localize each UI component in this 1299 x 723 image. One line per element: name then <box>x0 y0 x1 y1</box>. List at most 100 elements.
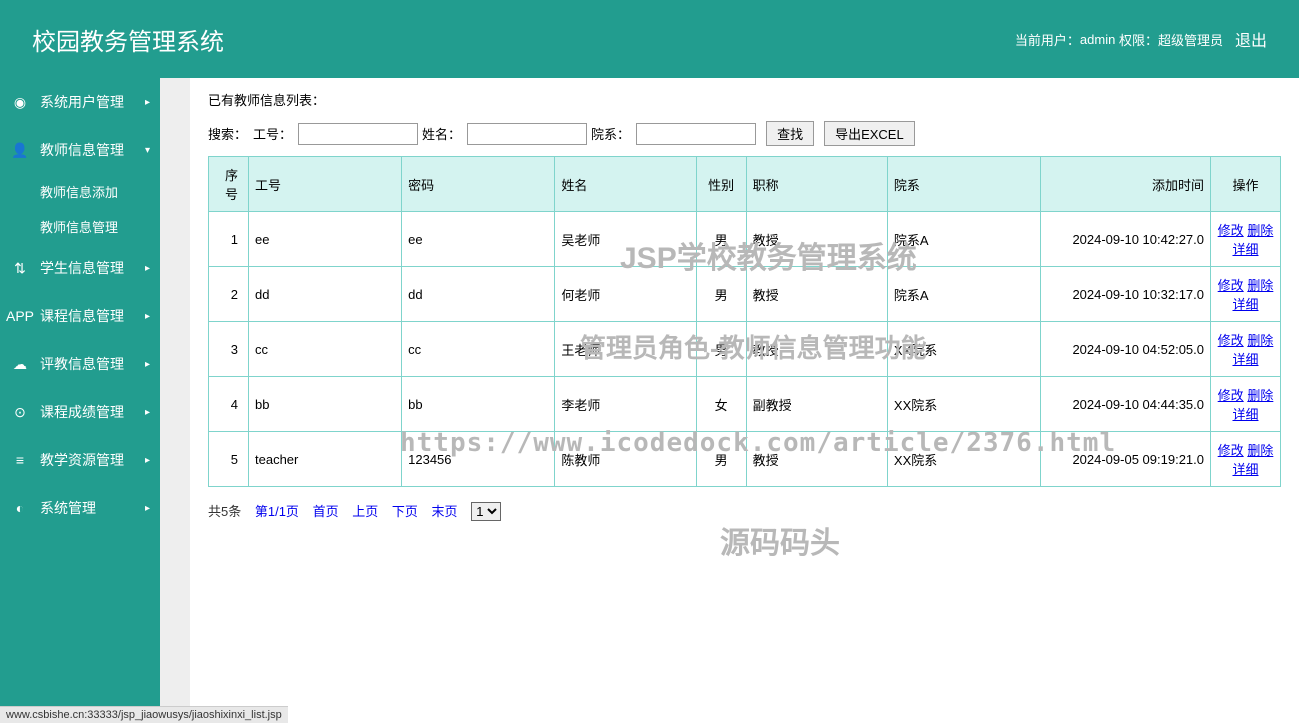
cell-action: 修改 删除 详细 <box>1211 432 1281 487</box>
search-name-input[interactable] <box>467 123 587 145</box>
cell-action: 修改 删除 详细 <box>1211 267 1281 322</box>
delete-link[interactable]: 删除 <box>1247 443 1273 458</box>
edit-link[interactable]: 修改 <box>1218 443 1244 458</box>
sidebar-item-6[interactable]: ≡教学资源管理▸ <box>0 436 160 484</box>
sidebar-icon: ≡ <box>10 452 30 468</box>
sidebar-icon: ⊙ <box>10 404 30 421</box>
cell-id: cc <box>249 322 402 377</box>
edit-link[interactable]: 修改 <box>1218 333 1244 348</box>
search-id-input[interactable] <box>298 123 418 145</box>
page-first[interactable]: 首页 <box>313 504 339 519</box>
cell-gender: 女 <box>696 377 746 432</box>
sidebar-label: 课程信息管理 <box>40 306 124 326</box>
edit-link[interactable]: 修改 <box>1218 278 1244 293</box>
detail-link[interactable]: 详细 <box>1232 242 1258 257</box>
cell-seq: 2 <box>209 267 249 322</box>
cell-name: 何老师 <box>555 267 696 322</box>
cell-time: 2024-09-10 04:44:35.0 <box>1041 377 1211 432</box>
search-button[interactable]: 查找 <box>766 121 814 146</box>
main-content: JSP学校教务管理系统 管理员角色-教师信息管理功能 https://www.i… <box>160 78 1299 723</box>
sidebar-label: 系统用户管理 <box>40 92 124 112</box>
sidebar-item-4[interactable]: ☁评教信息管理▸ <box>0 340 160 388</box>
page-current: 第1/1页 <box>255 504 299 519</box>
search-dept-input[interactable] <box>636 123 756 145</box>
chevron-icon: ▾ <box>145 145 150 156</box>
col-header: 序号 <box>209 157 249 212</box>
cell-gender: 男 <box>696 267 746 322</box>
cell-name: 李老师 <box>555 377 696 432</box>
chevron-icon: ▸ <box>145 97 150 108</box>
cell-name: 陈教师 <box>555 432 696 487</box>
sidebar-label: 评教信息管理 <box>40 354 124 374</box>
col-header: 职称 <box>746 157 887 212</box>
cell-time: 2024-09-10 10:32:17.0 <box>1041 267 1211 322</box>
cell-title: 副教授 <box>746 377 887 432</box>
sidebar-icon: APP <box>10 308 30 324</box>
cell-id: bb <box>249 377 402 432</box>
cell-seq: 1 <box>209 212 249 267</box>
table-row: 4 bb bb 李老师 女 副教授 XX院系 2024-09-10 04:44:… <box>209 377 1281 432</box>
cell-gender: 男 <box>696 432 746 487</box>
list-title: 已有教师信息列表： <box>208 90 1281 109</box>
sidebar-item-3[interactable]: APP 课程信息管理 ▸ <box>0 292 160 340</box>
page-last[interactable]: 末页 <box>431 504 457 519</box>
page-total: 共5条 <box>208 504 241 519</box>
sidebar-item-7[interactable]: ◐ 系统管理 ▸ <box>0 484 160 532</box>
col-header: 添加时间 <box>1041 157 1211 212</box>
sidebar-item-2[interactable]: ⇅学生信息管理▸ <box>0 244 160 292</box>
export-excel-button[interactable]: 导出EXCEL <box>824 121 915 146</box>
col-header: 姓名 <box>555 157 696 212</box>
page-prev[interactable]: 上页 <box>352 504 378 519</box>
cell-time: 2024-09-10 04:52:05.0 <box>1041 322 1211 377</box>
delete-link[interactable]: 删除 <box>1247 278 1273 293</box>
detail-link[interactable]: 详细 <box>1232 352 1258 367</box>
page-next[interactable]: 下页 <box>392 504 418 519</box>
sidebar-label: 教学资源管理 <box>40 450 124 470</box>
cell-pwd: bb <box>402 377 555 432</box>
header-user-info: 当前用户： admin 权限： 超级管理员 退出 <box>1015 27 1267 51</box>
delete-link[interactable]: 删除 <box>1247 388 1273 403</box>
search-name-label: 姓名： <box>422 124 461 143</box>
sidebar-item-5[interactable]: ⊙课程成绩管理▸ <box>0 388 160 436</box>
chevron-icon: ▸ <box>145 503 150 514</box>
sidebar-item-1[interactable]: 👤教师信息管理▾ <box>0 126 160 174</box>
chevron-icon: ▸ <box>145 311 150 322</box>
table-row: 2 dd dd 何老师 男 教授 院系A 2024-09-10 10:32:17… <box>209 267 1281 322</box>
delete-link[interactable]: 删除 <box>1247 333 1273 348</box>
search-id-label: 工号： <box>253 124 292 143</box>
sidebar-icon: ◐ <box>10 500 30 516</box>
cell-pwd: ee <box>402 212 555 267</box>
edit-link[interactable]: 修改 <box>1218 388 1244 403</box>
edit-link[interactable]: 修改 <box>1218 223 1244 238</box>
delete-link[interactable]: 删除 <box>1247 223 1273 238</box>
sidebar-icon: 👤 <box>10 142 30 159</box>
status-bar: www.csbishe.cn:33333/jsp_jiaowusys/jiaos… <box>0 706 288 723</box>
cell-id: teacher <box>249 432 402 487</box>
sidebar-sub-1-0[interactable]: 教师信息添加 <box>0 174 160 209</box>
sidebar: ◉系统用户管理▸👤教师信息管理▾教师信息添加教师信息管理⇅学生信息管理▸APP课… <box>0 78 160 723</box>
pagination: 共5条 第1/1页 首页 上页 下页 末页 1 <box>208 501 1281 521</box>
cell-gender: 男 <box>696 212 746 267</box>
cell-gender: 男 <box>696 322 746 377</box>
cell-name: 吴老师 <box>555 212 696 267</box>
sidebar-icon: ⇅ <box>10 260 30 277</box>
cell-action: 修改 删除 详细 <box>1211 377 1281 432</box>
logout-button[interactable]: 退出 <box>1235 27 1267 51</box>
detail-link[interactable]: 详细 <box>1232 462 1258 477</box>
col-header: 性别 <box>696 157 746 212</box>
chevron-icon: ▸ <box>145 359 150 370</box>
page-select[interactable]: 1 <box>471 502 501 521</box>
cell-seq: 3 <box>209 322 249 377</box>
cell-title: 教授 <box>746 322 887 377</box>
sidebar-item-0[interactable]: ◉系统用户管理▸ <box>0 78 160 126</box>
role-label: 权限： <box>1119 30 1158 49</box>
cell-pwd: 123456 <box>402 432 555 487</box>
sidebar-label: 系统管理 <box>40 498 96 518</box>
cell-pwd: dd <box>402 267 555 322</box>
col-header: 操作 <box>1211 157 1281 212</box>
sidebar-label: 课程成绩管理 <box>40 402 124 422</box>
sidebar-sub-1-1[interactable]: 教师信息管理 <box>0 209 160 244</box>
detail-link[interactable]: 详细 <box>1232 297 1258 312</box>
sidebar-label: 学生信息管理 <box>40 258 124 278</box>
detail-link[interactable]: 详细 <box>1232 407 1258 422</box>
